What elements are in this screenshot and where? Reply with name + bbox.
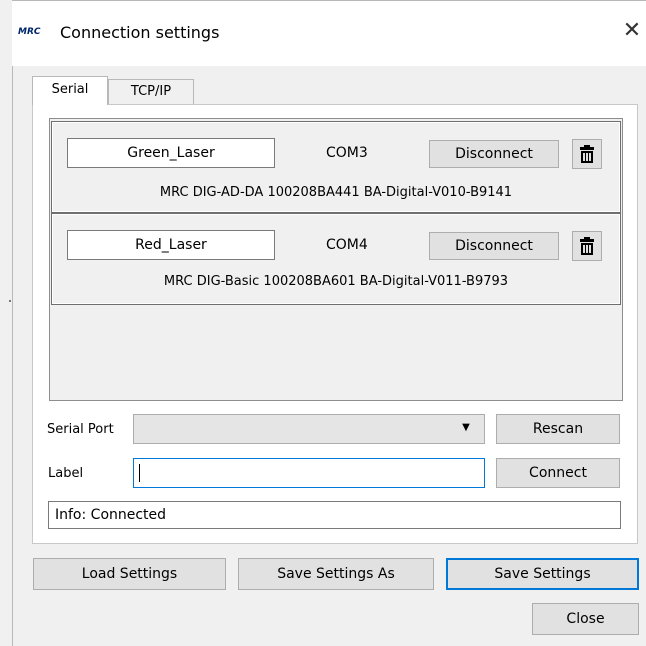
device-label-box: Green_Laser bbox=[67, 138, 275, 168]
trash-icon[interactable] bbox=[572, 231, 602, 261]
tab-tcp-ip[interactable]: TCP/IP bbox=[108, 79, 194, 104]
info-status: Info: Connected bbox=[48, 501, 621, 529]
tab-serial[interactable]: Serial bbox=[32, 76, 108, 105]
disconnect-button[interactable]: Disconnect bbox=[429, 140, 559, 168]
disconnect-button[interactable]: Disconnect bbox=[429, 232, 559, 260]
serial-port-dropdown[interactable] bbox=[133, 414, 485, 444]
device-info: MRC DIG-Basic 100208BA601 BA-Digital-V01… bbox=[163, 274, 509, 289]
device-label-box: Red_Laser bbox=[67, 230, 275, 260]
device-port: COM4 bbox=[326, 237, 368, 253]
app-logo-icon: MRC bbox=[18, 27, 41, 37]
label-input[interactable] bbox=[133, 458, 485, 488]
close-icon[interactable]: ✕ bbox=[618, 17, 646, 45]
label-field-label: Label bbox=[48, 466, 84, 481]
load-settings-button[interactable]: Load Settings bbox=[33, 558, 226, 590]
window-border bbox=[12, 0, 646, 1]
close-button[interactable]: Close bbox=[532, 603, 639, 635]
save-settings-as-button[interactable]: Save Settings As bbox=[238, 558, 434, 590]
chevron-down-icon[interactable]: ▼ bbox=[458, 420, 474, 436]
trash-icon[interactable] bbox=[572, 139, 602, 169]
device-port: COM3 bbox=[326, 145, 368, 161]
text-caret bbox=[139, 464, 140, 482]
window-title: Connection settings bbox=[60, 23, 220, 42]
connect-button[interactable]: Connect bbox=[496, 458, 620, 488]
serial-port-label: Serial Port bbox=[47, 422, 114, 437]
background-mark bbox=[9, 300, 11, 302]
rescan-button[interactable]: Rescan bbox=[496, 414, 620, 444]
save-settings-button[interactable]: Save Settings bbox=[446, 558, 639, 590]
device-info: MRC DIG-AD-DA 100208BA441 BA-Digital-V01… bbox=[159, 185, 513, 200]
background-strip bbox=[0, 0, 12, 646]
